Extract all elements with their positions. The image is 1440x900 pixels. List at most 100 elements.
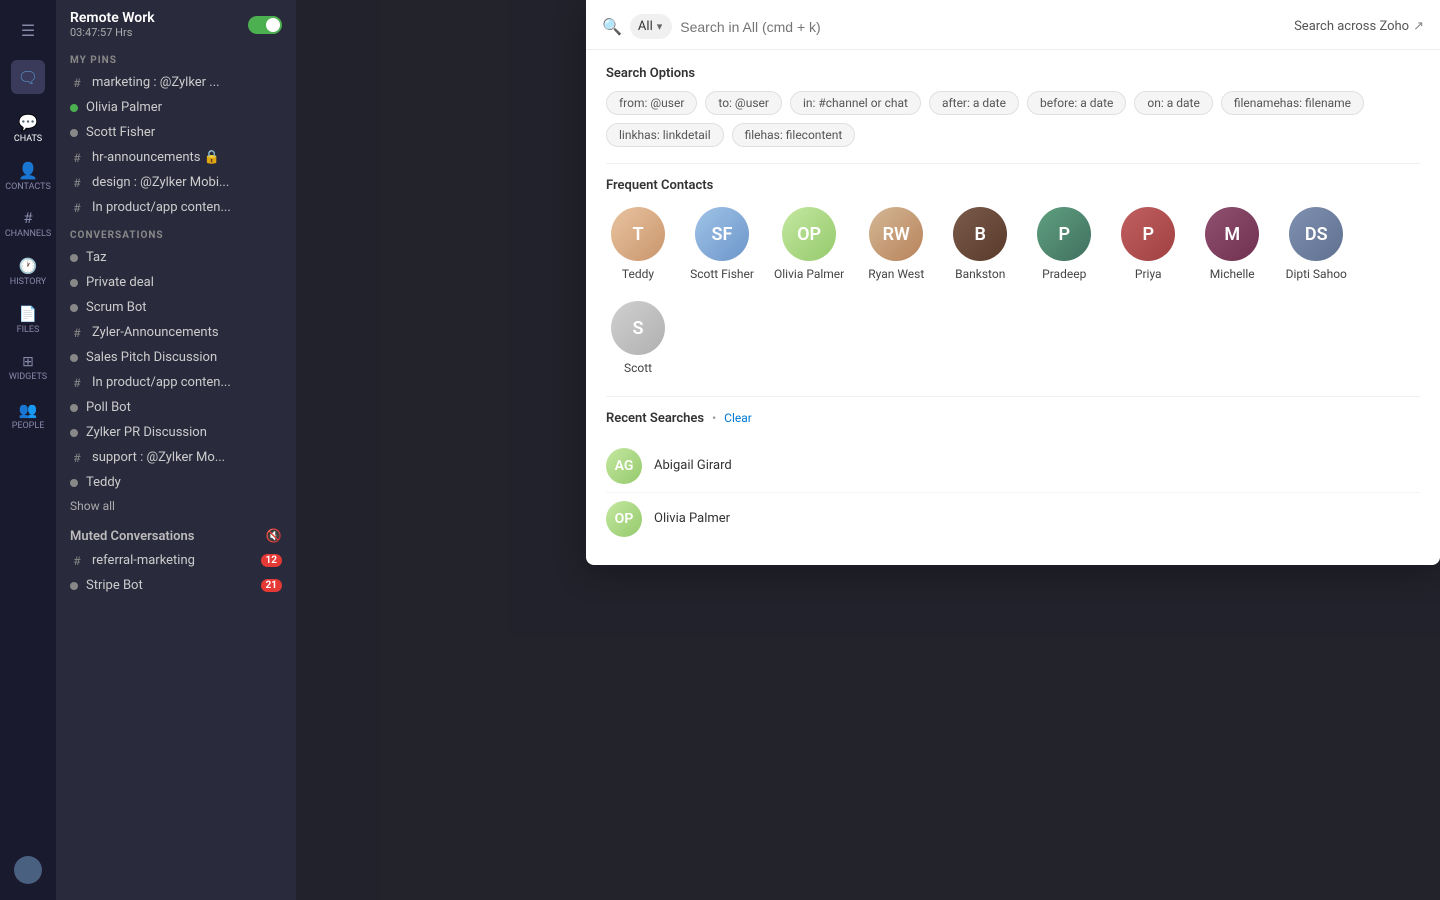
conv-scrum[interactable]: Scrum Bot: [56, 295, 296, 320]
frequent-contact-scott2[interactable]: SScott: [606, 301, 670, 375]
pin-olivia[interactable]: Olivia Palmer: [56, 95, 296, 120]
hash-icon: #: [70, 451, 84, 465]
filter-label: All: [638, 19, 653, 34]
muted-title: Muted Conversations: [70, 529, 194, 544]
frequent-contacts-list: T Teddy SFScott Fisher OPOlivia Palmer RWRya…: [606, 207, 1420, 376]
search-tag-in---channel-or-chat[interactable]: in: #channel or chat: [790, 91, 921, 115]
rail-widgets[interactable]: ⊞ WIDGETS: [6, 346, 50, 390]
pin-marketing[interactable]: # marketing : @Zylker ...: [56, 70, 296, 95]
search-tag-filenamehas--filename[interactable]: filenamehas: filename: [1221, 91, 1364, 115]
search-across-label: Search across Zoho: [1294, 19, 1409, 34]
contact-avatar-teddy: T: [611, 207, 665, 261]
hash-icon: #: [70, 76, 84, 90]
muted-stripe[interactable]: Stripe Bot 21: [56, 573, 296, 598]
search-across-zoho[interactable]: Search across Zoho ↗: [1294, 19, 1424, 34]
external-link-icon: ↗: [1413, 19, 1424, 34]
search-bar: 🔍 All ▾ Search across Zoho ↗: [586, 0, 1440, 50]
search-filter-pill[interactable]: All ▾: [630, 14, 672, 39]
rail-contacts[interactable]: 👤 CONTACTS: [6, 154, 50, 198]
hash-icon: #: [70, 554, 84, 568]
rail-chats[interactable]: 💬 CHATS: [6, 106, 50, 150]
frequent-contact-scott-fisher[interactable]: SFScott Fisher: [690, 207, 754, 281]
pin-marketing-name: marketing : @Zylker ...: [92, 75, 282, 90]
contact-name-michelle: Michelle: [1210, 267, 1255, 281]
rail-user-avatar[interactable]: [6, 848, 50, 892]
pin-design[interactable]: # design : @Zylker Mobi...: [56, 170, 296, 195]
search-input[interactable]: [680, 19, 1286, 35]
contact-name-teddy: Teddy: [622, 267, 654, 281]
conv-poll[interactable]: Poll Bot: [56, 395, 296, 420]
offline-dot: [70, 404, 78, 412]
conv-sales-name: Sales Pitch Discussion: [86, 350, 282, 365]
hash-icon: #: [70, 326, 84, 340]
frequent-contact-bankston[interactable]: B Bankston: [948, 207, 1012, 281]
recent-name-olivia2: Olivia Palmer: [654, 511, 730, 526]
frequent-contact-priya[interactable]: PPriya: [1116, 207, 1180, 281]
clear-button[interactable]: Clear: [724, 411, 752, 425]
conv-zyler-ann[interactable]: # Zyler-Announcements: [56, 320, 296, 345]
muted-referral-name: referral-marketing: [92, 553, 253, 568]
pin-olivia-name: Olivia Palmer: [86, 100, 282, 115]
menu-button[interactable]: ☰: [6, 8, 50, 52]
search-tag-before--a-date[interactable]: before: a date: [1027, 91, 1126, 115]
contact-name-dipti: Dipti Sahoo: [1286, 267, 1347, 281]
remote-toggle-wrap: [248, 16, 282, 34]
frequent-contact-michelle[interactable]: MMichelle: [1200, 207, 1264, 281]
search-tag-to---user[interactable]: to: @user: [705, 91, 782, 115]
icon-rail: ☰ 🗨 💬 CHATS 👤 CONTACTS # CHANNELS 🕐 HIST…: [0, 0, 56, 900]
contact-avatar-bankston: B: [953, 207, 1007, 261]
contact-name-bankston: Bankston: [955, 267, 1005, 281]
frequent-contact-dipti[interactable]: DSDipti Sahoo: [1284, 207, 1348, 281]
show-all-button[interactable]: Show all: [56, 495, 296, 521]
search-tag-on--a-date[interactable]: on: a date: [1134, 91, 1212, 115]
recent-search-olivia2[interactable]: OPOlivia Palmer: [606, 493, 1420, 545]
remote-toggle[interactable]: [248, 16, 282, 34]
conv-poll-name: Poll Bot: [86, 400, 282, 415]
search-tag-linkhas--linkdetail[interactable]: linkhas: linkdetail: [606, 123, 724, 147]
rail-history[interactable]: 🕐 HISTORY: [6, 250, 50, 294]
conv-teddy[interactable]: Teddy: [56, 470, 296, 495]
conv-taz-name: Taz: [86, 250, 282, 265]
search-options-tags: from: @user to: @user in: #channel or chat…: [606, 91, 1420, 147]
conv-private[interactable]: Private deal: [56, 270, 296, 295]
muted-icon: 🔇: [266, 529, 282, 544]
conv-private-name: Private deal: [86, 275, 282, 290]
rail-channels[interactable]: # CHANNELS: [6, 202, 50, 246]
conv-support[interactable]: # support : @Zylker Mo...: [56, 445, 296, 470]
frequent-contact-pradeep[interactable]: PPradeep: [1032, 207, 1096, 281]
contact-avatar-priya: P: [1121, 207, 1175, 261]
rail-people[interactable]: 👥 PEOPLE: [6, 394, 50, 438]
muted-stripe-badge: 21: [261, 579, 282, 592]
divider: [606, 163, 1420, 164]
pin-scott-name: Scott Fisher: [86, 125, 282, 140]
offline-dot: [70, 354, 78, 362]
recent-search-abigail[interactable]: AGAbigail Girard: [606, 440, 1420, 493]
conv-sales[interactable]: Sales Pitch Discussion: [56, 345, 296, 370]
contact-name-olivia: Olivia Palmer: [774, 267, 844, 281]
search-icon: 🔍: [602, 17, 622, 36]
chevron-down-icon: ▾: [657, 20, 663, 33]
muted-referral[interactable]: # referral-marketing 12: [56, 548, 296, 573]
offline-dot: [70, 254, 78, 262]
search-tag-from---user[interactable]: from: @user: [606, 91, 697, 115]
frequent-contact-teddy[interactable]: T Teddy: [606, 207, 670, 281]
pin-hr[interactable]: # hr-announcements 🔒: [56, 145, 296, 170]
frequent-contact-ryan[interactable]: RWRyan West: [864, 207, 928, 281]
pin-inproduct-name: In product/app conten...: [92, 200, 282, 215]
search-tag-filehas--filecontent[interactable]: filehas: filecontent: [732, 123, 856, 147]
conv-inproduct2[interactable]: # In product/app conten...: [56, 370, 296, 395]
conv-zyler-pr[interactable]: Zylker PR Discussion: [56, 420, 296, 445]
recent-searches-list: AGAbigail GirardOPOlivia Palmer: [606, 440, 1420, 545]
pin-inproduct[interactable]: # In product/app conten...: [56, 195, 296, 220]
frequent-contact-olivia[interactable]: OPOlivia Palmer: [774, 207, 844, 281]
rail-files[interactable]: 📄 FILES: [6, 298, 50, 342]
offline-dot: [70, 429, 78, 437]
conv-taz[interactable]: Taz: [56, 245, 296, 270]
recent-searches-title: Recent Searches: [606, 411, 704, 426]
conv-zyler-pr-name: Zylker PR Discussion: [86, 425, 282, 440]
offline-dot: [70, 304, 78, 312]
conv-inproduct2-name: In product/app conten...: [92, 375, 282, 390]
hash-icon: #: [70, 201, 84, 215]
pin-scott[interactable]: Scott Fisher: [56, 120, 296, 145]
search-tag-after--a-date[interactable]: after: a date: [929, 91, 1019, 115]
